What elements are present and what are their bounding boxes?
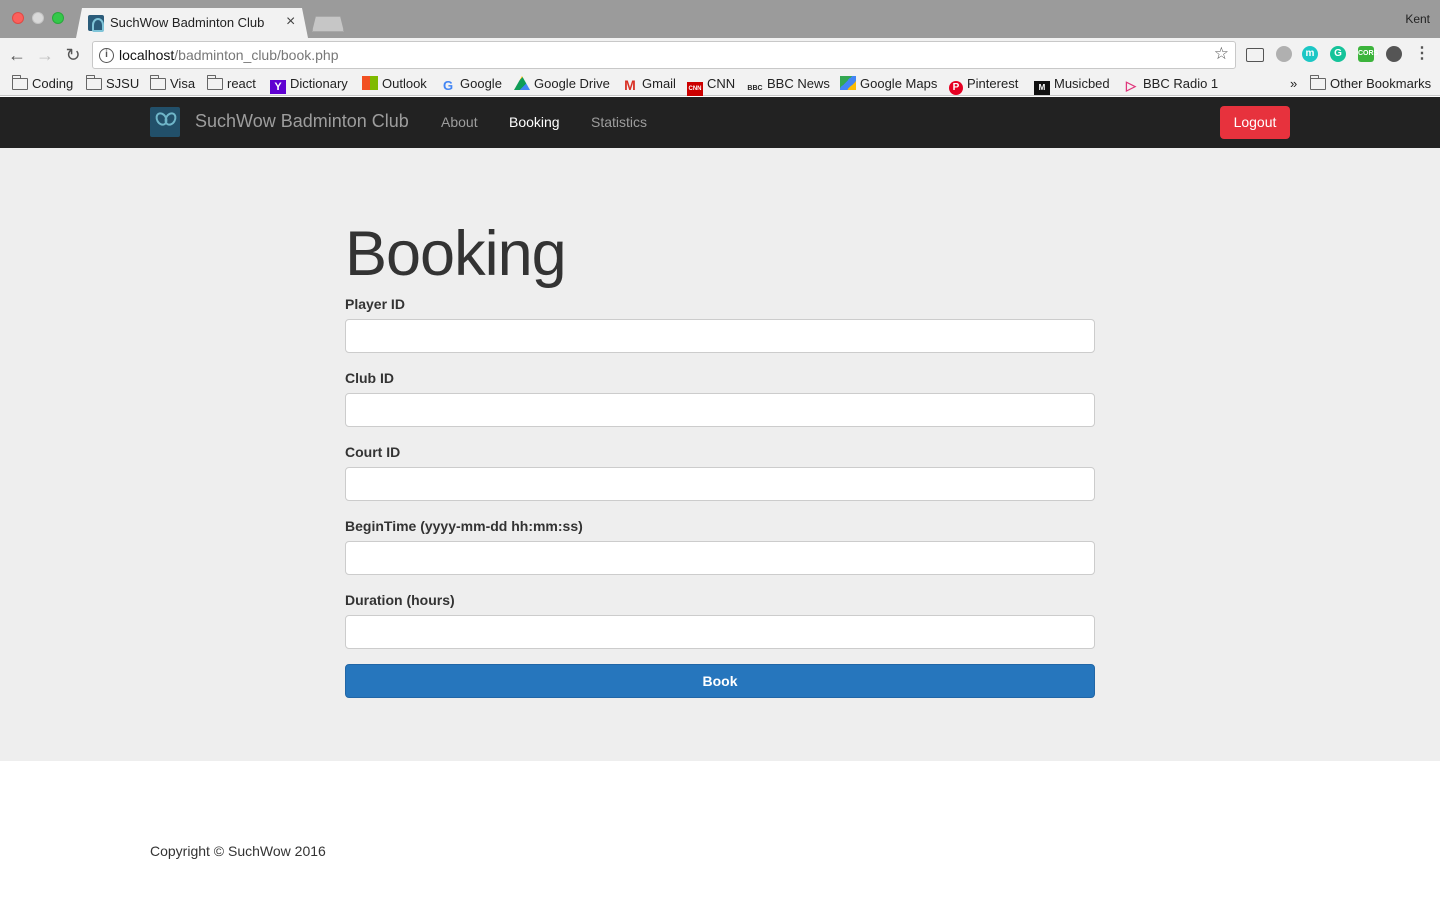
other-bookmarks[interactable]: Other Bookmarks [1309,75,1431,93]
badminton-logo-icon[interactable] [150,107,180,137]
site-navbar: SuchWow Badminton Club About Booking Sta… [0,97,1440,148]
nav-link-booking[interactable]: Booking [509,114,560,130]
minimize-window-button[interactable] [32,12,44,24]
microsoft-icon [362,76,378,90]
bookmark-sjsu[interactable]: SJSU [85,75,139,93]
bookmark-dictionary[interactable]: Y Dictionary [270,75,348,94]
footer-copyright: Copyright © SuchWow 2016 [150,843,326,859]
folder-icon [206,75,223,90]
nav-link-about[interactable]: About [441,114,478,130]
eyedropper-extension-icon[interactable] [1276,46,1292,62]
close-window-button[interactable] [12,12,24,24]
bookmarks-overflow-button[interactable]: » [1290,75,1297,93]
info-icon[interactable]: i [99,48,114,63]
begin-time-label: BeginTime (yyyy-mm-dd hh:mm:ss) [345,518,583,534]
club-id-label: Club ID [345,370,394,386]
url-text[interactable]: localhost/badminton_club/book.php [119,47,339,63]
address-bar[interactable]: i localhost/badminton_club/book.php ☆ [92,41,1236,69]
zoom-window-button[interactable] [52,12,64,24]
pinterest-icon: P [949,81,963,95]
m-extension-icon[interactable]: m [1302,46,1318,62]
bookmark-visa[interactable]: Visa [149,75,195,93]
court-id-input[interactable] [345,467,1095,501]
badminton-favicon-icon [88,15,104,32]
cast-icon[interactable] [1246,48,1264,62]
bbc-icon: BBC [747,85,763,92]
google-icon: G [442,78,454,93]
google-drive-icon [514,76,530,90]
player-id-label: Player ID [345,296,405,312]
bookmark-google[interactable]: G Google [440,75,502,93]
browser-toolbar: ← → ↻ i localhost/badminton_club/book.ph… [0,38,1440,72]
cnn-icon: CNN [687,82,703,96]
musicbed-icon: M [1034,81,1050,95]
brand-name[interactable]: SuchWow Badminton Club [195,111,409,132]
google-maps-icon [840,76,856,90]
bookmark-star-icon[interactable]: ☆ [1214,44,1229,64]
begin-time-input[interactable] [345,541,1095,575]
tab-close-icon[interactable]: × [286,13,295,31]
nav-link-statistics[interactable]: Statistics [591,114,647,130]
folder-icon [11,75,28,90]
duration-label: Duration (hours) [345,592,455,608]
bookmark-google-drive[interactable]: Google Drive [514,75,610,93]
cors-extension-icon[interactable]: CORS [1358,46,1378,62]
browser-titlebar: SuchWow Badminton Club × Kent [0,0,1440,38]
club-id-input[interactable] [345,393,1095,427]
profile-name[interactable]: Kent [1405,12,1430,26]
booking-section: Booking Player ID Club ID Court ID Begin… [0,148,1440,761]
bookmark-pinterest[interactable]: P Pinterest [949,75,1018,95]
book-button[interactable]: Book [345,664,1095,698]
folder-icon [1309,75,1326,90]
forward-arrow-icon[interactable]: → [34,44,56,66]
folder-icon [149,75,166,90]
bookmarks-bar: Coding SJSU Visa react Y Dictionary Outlo… [0,72,1440,96]
logout-button[interactable]: Logout [1220,106,1290,139]
folder-icon [85,75,102,90]
bookmark-coding[interactable]: Coding [11,75,73,93]
tab-title: SuchWow Badminton Club [110,15,265,30]
court-id-label: Court ID [345,444,401,460]
yahoo-icon: Y [270,80,286,94]
bookmark-gmail[interactable]: M Gmail [622,75,676,93]
reload-icon[interactable]: ↻ [62,44,84,66]
bookmark-react[interactable]: react [206,75,256,93]
player-id-input[interactable] [345,319,1095,353]
bookmark-bbc-news[interactable]: BBC BBC News [747,75,829,93]
new-tab-button[interactable] [312,16,344,32]
bookmark-google-maps[interactable]: Google Maps [840,75,937,93]
bookmark-musicbed[interactable]: M Musicbed [1034,75,1110,95]
bookmark-bbc-radio-1[interactable]: ▷ BBC Radio 1 [1123,75,1218,93]
bookmark-outlook[interactable]: Outlook [362,75,427,93]
gmail-icon: M [624,77,636,93]
page-title: Booking [345,219,567,289]
menu-kebab-icon[interactable]: ⋮ [1414,46,1430,62]
extension-icon[interactable] [1386,46,1402,62]
duration-input[interactable] [345,615,1095,649]
back-arrow-icon[interactable]: ← [6,44,28,66]
bbc-radio-icon: ▷ [1126,78,1136,93]
grammarly-extension-icon[interactable]: G [1330,46,1346,62]
bookmark-cnn[interactable]: CNN CNN [687,75,735,96]
